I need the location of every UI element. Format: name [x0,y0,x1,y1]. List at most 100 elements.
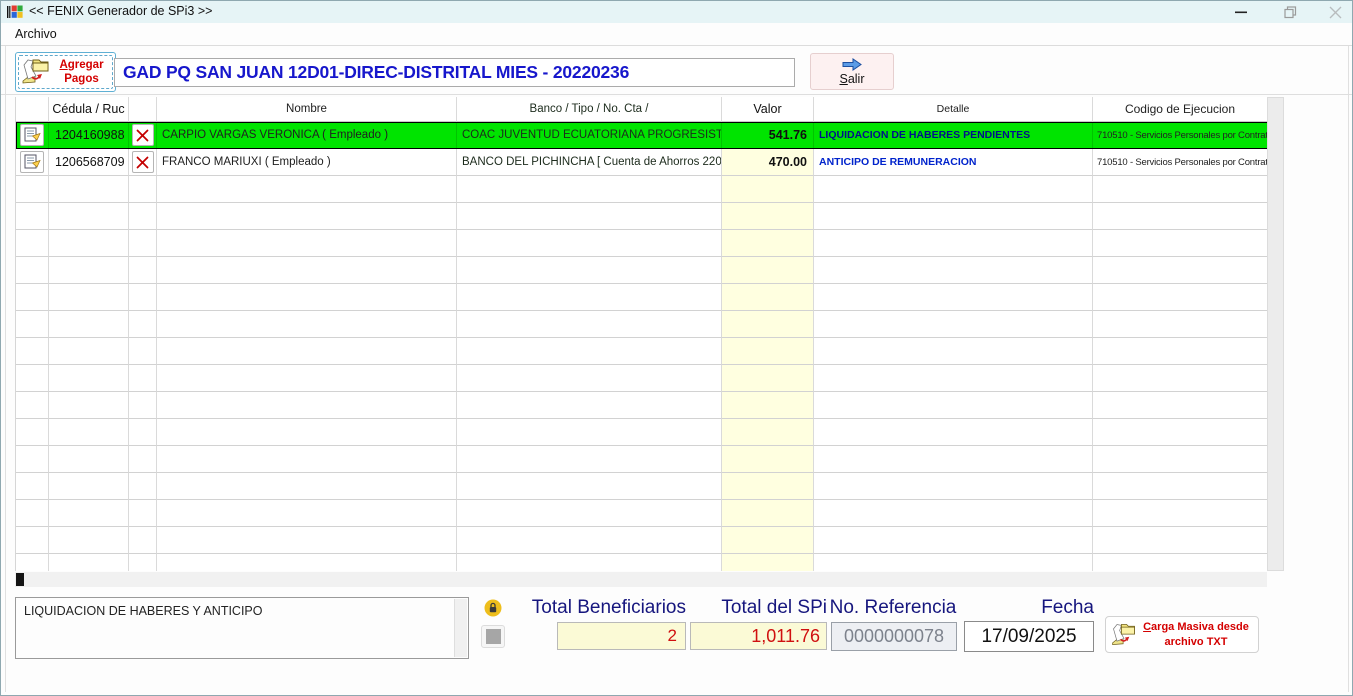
detalle-cell: LIQUIDACION DE HABERES PENDIENTES [814,122,1093,149]
fecha-value[interactable]: 17/09/2025 [964,621,1094,652]
empty-cell [457,311,722,338]
empty-cell [16,527,49,554]
menu-bar: Archivo [1,23,1352,45]
minimize-button[interactable] [1224,1,1258,23]
empty-cell [129,257,157,284]
empty-cell [722,473,814,500]
lock-icon [484,599,502,617]
empty-cell [49,392,129,419]
gray-toggle-button[interactable] [481,625,505,648]
empty-cell [1093,473,1267,500]
empty-table-row [16,176,1267,203]
title-bar: << FENIX Generador de SPi3 >> [1,1,1352,23]
empty-cell [814,338,1093,365]
carga-masiva-label: Carga Masiva desde archivo TXT [1138,620,1254,649]
empty-cell [129,419,157,446]
edit-row-button-cell [16,122,49,149]
edit-row-button[interactable] [20,124,44,146]
empty-cell [1093,284,1267,311]
header-cedula: Cédula / Ruc [49,97,129,122]
empty-cell [457,392,722,419]
empty-table-row [16,365,1267,392]
empty-cell [814,311,1093,338]
grid-horizontal-scrollbar[interactable] [15,572,1267,587]
menu-archivo[interactable]: Archivo [11,26,61,42]
empty-cell [722,284,814,311]
valor-cell: 470.00 [722,149,814,176]
hscroll-thumb[interactable] [16,573,24,586]
payments-grid: Cédula / Ruc Nombre Banco / Tipo / No. C… [15,97,1267,571]
empty-cell [1093,500,1267,527]
empty-cell [457,500,722,527]
carga-masiva-button[interactable]: Carga Masiva desde archivo TXT [1105,616,1259,653]
empty-cell [16,554,49,571]
empty-cell [1093,527,1267,554]
gray-square-icon [486,629,501,644]
entity-title-field[interactable]: GAD PQ SAN JUAN 12D01-DIREC-DISTRITAL MI… [114,58,795,87]
table-row[interactable]: 1204160988CARPIO VARGAS VERONICA ( Emple… [16,122,1267,149]
table-row[interactable]: 1206568709FRANCO MARIUXI ( Empleado )BAN… [16,149,1267,176]
header-codigo: Codigo de Ejecucion [1093,97,1267,122]
descripcion-scrollbar[interactable] [454,599,467,657]
nombre-cell: FRANCO MARIUXI ( Empleado ) [157,149,457,176]
empty-cell [457,419,722,446]
empty-cell [1093,230,1267,257]
empty-cell [49,554,129,571]
delete-row-button[interactable] [132,151,154,173]
agregar-pagos-button[interactable]: Agregar Pagos [15,52,116,92]
empty-cell [1093,176,1267,203]
empty-cell [16,473,49,500]
header-nombre: Nombre [157,97,457,122]
empty-cell [722,365,814,392]
restore-button[interactable] [1273,1,1307,23]
empty-cell [457,176,722,203]
empty-cell [157,338,457,365]
empty-cell [814,230,1093,257]
empty-cell [49,527,129,554]
header-detalle: Detalle [814,97,1093,122]
client-frame-left [5,46,6,692]
grid-vertical-scrollbar[interactable] [1267,97,1284,571]
empty-cell [457,284,722,311]
empty-cell [157,365,457,392]
descripcion-textbox[interactable]: LIQUIDACION DE HABERES Y ANTICIPO [15,597,469,659]
detalle-cell: ANTICIPO DE REMUNERACION [814,149,1093,176]
empty-cell [1093,365,1267,392]
empty-cell [49,203,129,230]
empty-cell [814,446,1093,473]
no-referencia-label: No. Referencia [829,597,957,619]
valor-cell: 541.76 [722,122,814,149]
empty-cell [16,365,49,392]
codigo-cell: 710510 - Servicios Personales por Contra… [1093,122,1267,149]
nombre-cell: CARPIO VARGAS VERONICA ( Empleado ) [157,122,457,149]
close-button[interactable] [1318,1,1352,23]
header-delete-col [129,97,157,122]
empty-table-row [16,311,1267,338]
empty-cell [1093,419,1267,446]
delete-row-button[interactable] [132,124,154,146]
empty-cell [814,392,1093,419]
empty-cell [1093,311,1267,338]
header-valor: Valor [722,97,814,122]
salir-button[interactable]: Salir [810,53,894,90]
empty-cell [157,527,457,554]
empty-cell [457,338,722,365]
empty-cell [457,473,722,500]
empty-table-row [16,203,1267,230]
empty-cell [16,257,49,284]
empty-cell [49,473,129,500]
app-window: << FENIX Generador de SPi3 >> Archivo [0,0,1353,696]
empty-table-row [16,527,1267,554]
cedula-cell: 1206568709 [49,149,129,176]
empty-table-row [16,419,1267,446]
edit-row-button[interactable] [20,151,44,173]
empty-cell [814,473,1093,500]
empty-cell [16,446,49,473]
empty-cell [129,446,157,473]
empty-cell [722,419,814,446]
empty-table-row [16,500,1267,527]
empty-cell [157,419,457,446]
empty-cell [814,365,1093,392]
total-spi-value: 1,011.76 [690,622,827,650]
empty-cell [814,500,1093,527]
